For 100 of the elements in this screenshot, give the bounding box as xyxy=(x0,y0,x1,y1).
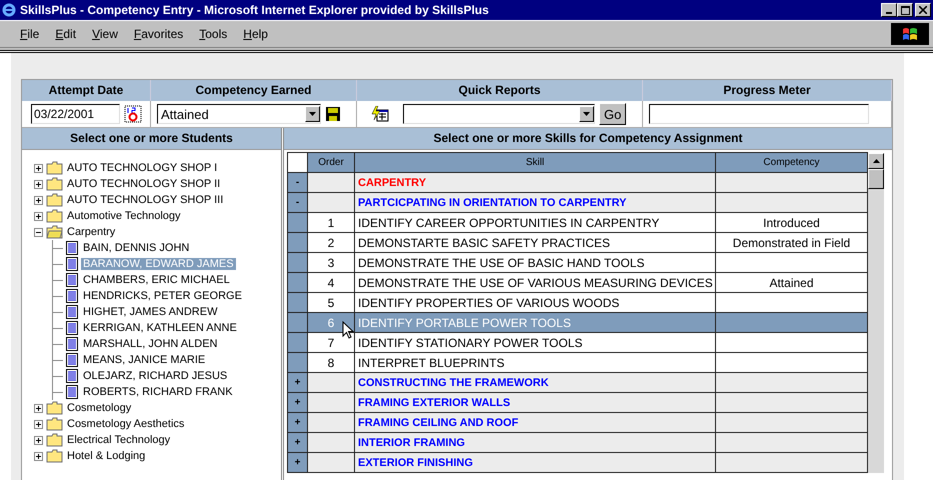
menu-item[interactable]: Help xyxy=(235,27,276,41)
folder-icon xyxy=(46,209,63,223)
table-cell[interactable]: IDENTIFY PROPERTIES OF VARIOUS WOODS xyxy=(354,292,716,312)
table-cell[interactable]: FRAMING EXTERIOR WALLS xyxy=(354,392,716,412)
row-toggle[interactable] xyxy=(288,352,308,372)
expand-toggle-icon[interactable] xyxy=(34,212,43,220)
table-cell: 5 xyxy=(308,292,354,312)
go-button[interactable]: Go xyxy=(599,103,626,125)
row-toggle[interactable] xyxy=(288,332,308,352)
competency-dropdown[interactable]: Attained xyxy=(157,104,321,124)
row-toggle[interactable] xyxy=(288,312,308,332)
row-toggle[interactable] xyxy=(288,212,308,232)
row-toggle[interactable] xyxy=(288,272,308,292)
up-arrow-icon xyxy=(872,159,880,163)
table-cell[interactable]: INTERPRET BLUEPRINTS xyxy=(354,352,716,372)
table-cell[interactable]: DEMONSTRATE THE USE OF VARIOUS MEASURING DEVICES xyxy=(354,272,716,292)
menu-item[interactable]: File xyxy=(12,27,48,41)
tree-item[interactable]: AUTO TECHNOLOGY SHOP I xyxy=(65,162,220,174)
scroll-thumb[interactable] xyxy=(868,169,884,189)
menu-item[interactable]: Edit xyxy=(47,27,84,41)
expand-toggle-icon[interactable] xyxy=(34,164,43,172)
column-header: Attempt Date xyxy=(22,80,151,101)
row-toggle[interactable]: + xyxy=(288,392,308,412)
mouse-pointer-icon xyxy=(342,321,354,339)
expand-toggle-icon[interactable] xyxy=(34,180,43,188)
student-item[interactable]: HENDRICKS, PETER GEORGE xyxy=(81,290,244,302)
column-header: Quick Reports xyxy=(357,80,643,101)
row-toggle[interactable]: + xyxy=(288,452,308,472)
tree-item[interactable]: Automotive Technology xyxy=(65,210,183,222)
tree-item[interactable]: Cosmetology Aesthetics xyxy=(65,418,186,430)
table-cell[interactable]: IDENTIFY CAREER OPPORTUNITIES IN CARPENTRY xyxy=(354,212,716,232)
expand-toggle-icon[interactable] xyxy=(34,404,43,412)
save-icon[interactable] xyxy=(325,106,341,122)
expand-toggle-icon[interactable] xyxy=(34,228,43,236)
tree-item[interactable]: AUTO TECHNOLOGY SHOP II xyxy=(65,178,222,190)
table-cell[interactable]: INTERIOR FRAMING xyxy=(354,432,716,452)
menu-item[interactable]: Favorites xyxy=(126,27,192,41)
table-cell[interactable]: IDENTIFY STATIONARY POWER TOOLS xyxy=(354,332,716,352)
section-header: Select one or more Students xyxy=(22,128,281,150)
student-item[interactable]: BAIN, DENNIS JOHN xyxy=(81,242,192,254)
student-item[interactable]: ROBERTS, RICHARD FRANK xyxy=(81,386,235,398)
table-cell[interactable]: FRAMING CEILING AND ROOF xyxy=(354,412,716,432)
row-toggle[interactable] xyxy=(288,252,308,272)
table-cell[interactable]: EXTERIOR FINISHING xyxy=(354,452,716,472)
row-toggle[interactable]: + xyxy=(288,412,308,432)
student-item[interactable]: HIGHET, JAMES ANDREW xyxy=(81,306,220,318)
folder-icon xyxy=(46,177,63,191)
folder-icon xyxy=(46,401,63,415)
student-item[interactable]: MEANS, JANICE MARIE xyxy=(81,354,208,366)
caret-icon xyxy=(309,112,316,116)
table-cell xyxy=(308,372,354,392)
row-toggle[interactable] xyxy=(288,232,308,252)
report-icon[interactable] xyxy=(371,106,389,122)
maximize-button[interactable] xyxy=(897,3,913,17)
column-header: Skill xyxy=(354,152,716,172)
table-cell xyxy=(308,172,354,192)
row-toggle[interactable]: + xyxy=(288,432,308,452)
document-icon xyxy=(66,337,78,351)
student-item[interactable]: MARSHALL, JOHN ALDEN xyxy=(81,338,220,350)
student-item[interactable]: CHAMBERS, ERIC MICHAEL xyxy=(81,274,232,286)
student-item[interactable]: OLEJARZ, RICHARD JESUS xyxy=(81,370,230,382)
table-cell xyxy=(308,452,354,472)
table-cell xyxy=(308,192,354,212)
tree-item[interactable]: Hotel & Lodging xyxy=(65,450,148,462)
row-toggle[interactable]: - xyxy=(288,172,308,192)
row-toggle[interactable]: + xyxy=(288,372,308,392)
table-cell[interactable]: DEMONSTRATE THE USE OF BASIC HAND TOOLS xyxy=(354,252,716,272)
quick-reports-dropdown[interactable] xyxy=(403,104,595,124)
tree-item[interactable]: AUTO TECHNOLOGY SHOP III xyxy=(65,194,226,206)
expand-toggle-icon[interactable] xyxy=(34,452,43,460)
scrollbar[interactable] xyxy=(868,153,884,473)
date-field[interactable]: 03/22/2001 xyxy=(31,104,120,124)
section-header: Select one or more Skills for Competency Assignment xyxy=(284,128,892,150)
row-toggle[interactable]: - xyxy=(288,192,308,212)
table-cell[interactable]: PARTCICPATING IN ORIENTATION TO CARPENTRY xyxy=(354,192,716,212)
minimize-button[interactable] xyxy=(881,3,897,17)
tree-item[interactable]: Electrical Technology xyxy=(65,434,172,446)
table-cell: 2 xyxy=(308,232,354,252)
expand-toggle-icon[interactable] xyxy=(34,436,43,444)
document-icon xyxy=(66,289,78,303)
row-toggle[interactable] xyxy=(288,292,308,312)
close-button[interactable] xyxy=(915,3,931,17)
expand-toggle-icon[interactable] xyxy=(34,196,43,204)
document-icon xyxy=(66,353,78,367)
table-cell: Introduced xyxy=(716,212,868,232)
menu-item[interactable]: View xyxy=(84,27,126,41)
menu-item[interactable]: Tools xyxy=(191,27,236,41)
tree-item[interactable]: Carpentry xyxy=(65,226,118,238)
table-cell[interactable]: CONSTRUCTING THE FRAMEWORK xyxy=(354,372,716,392)
table-cell: Attained xyxy=(716,272,868,292)
student-item[interactable]: KERRIGAN, KATHLEEN ANNE xyxy=(81,322,239,334)
calendar-icon[interactable] xyxy=(124,105,142,123)
column-header: Competency Earned xyxy=(151,80,357,101)
table-cell xyxy=(308,392,354,412)
document-icon xyxy=(66,305,78,319)
expand-toggle-icon[interactable] xyxy=(34,420,43,428)
window-title: SkillsPlus - Competency Entry - Microsoft Internet Explorer provided by SkillsPlus xyxy=(20,3,489,17)
maximize-icon xyxy=(900,6,910,14)
tree-item[interactable]: Cosmetology xyxy=(65,402,134,414)
table-cell[interactable]: DEMONSTARTE BASIC SAFETY PRACTICES xyxy=(354,232,716,252)
